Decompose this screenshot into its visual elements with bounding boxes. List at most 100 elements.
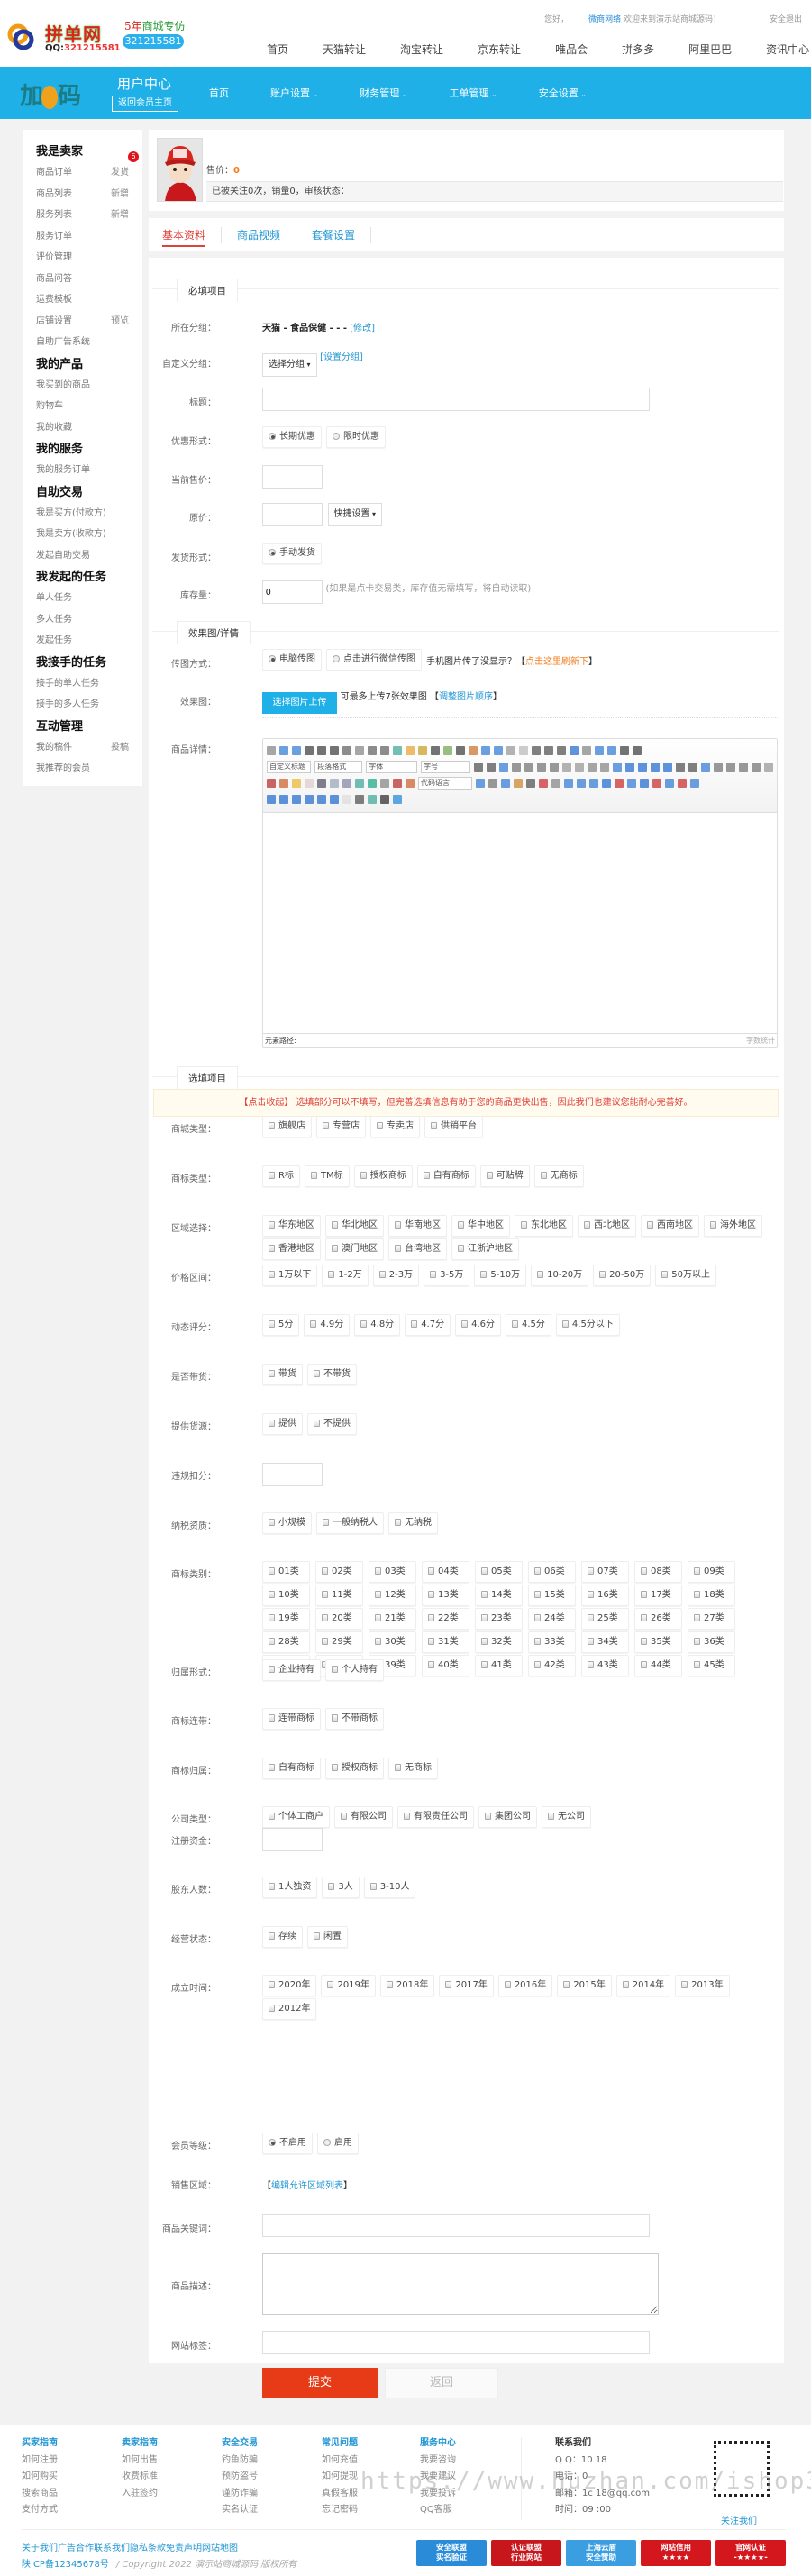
checkbox-icon[interactable] xyxy=(395,1764,401,1771)
main-nav-item[interactable]: 资讯中心 xyxy=(766,41,809,57)
trust-badge[interactable]: 网站信用 ★★★★ xyxy=(641,2540,711,2566)
checkbox-option[interactable]: 小规模 xyxy=(262,1512,312,1534)
sidebar-item-label[interactable]: 评价管理 xyxy=(36,252,72,262)
main-nav-item[interactable]: 唯品会 xyxy=(555,41,588,57)
checkbox-icon[interactable] xyxy=(641,1614,647,1621)
checkbox-icon[interactable] xyxy=(534,1591,541,1598)
tab-item[interactable]: 基本资料 xyxy=(162,227,223,247)
footer-link[interactable]: 如何提现 xyxy=(322,2469,358,2486)
editor-tool-icon[interactable] xyxy=(739,763,748,772)
checkbox-icon[interactable] xyxy=(269,1420,275,1427)
checkbox-icon[interactable] xyxy=(588,1591,594,1598)
checkbox-option[interactable]: 不提供 xyxy=(307,1413,357,1435)
editor-tool-icon[interactable] xyxy=(292,779,301,788)
footer-link[interactable]: 如何充值 xyxy=(322,2453,358,2470)
editor-tool-icon[interactable] xyxy=(537,763,546,772)
checkbox-option[interactable]: 17类 xyxy=(634,1585,682,1606)
editor-tool-icon[interactable] xyxy=(512,763,521,772)
checkbox-option[interactable]: 个人持有 xyxy=(325,1659,384,1681)
editor-tool-icon[interactable] xyxy=(764,763,773,772)
checkbox-option[interactable]: 2014年 xyxy=(615,1975,671,1996)
checkbox-option[interactable]: 2020年 xyxy=(262,1975,317,1996)
checkbox-icon[interactable] xyxy=(269,1320,275,1328)
checkbox-icon[interactable] xyxy=(314,1370,320,1377)
checkbox-option[interactable]: 2015年 xyxy=(557,1975,612,1996)
editor-tool-icon[interactable] xyxy=(418,746,427,755)
checkbox-icon[interactable] xyxy=(332,1666,338,1673)
radio-option[interactable]: 电脑传图 xyxy=(262,649,322,671)
editor-tool-icon[interactable] xyxy=(690,779,699,788)
editor-tool-icon[interactable] xyxy=(514,779,523,788)
checkbox-icon[interactable] xyxy=(588,1638,594,1645)
editor-tool-icon[interactable] xyxy=(481,746,490,755)
checkbox-option[interactable]: 有限责任公司 xyxy=(397,1806,474,1828)
checkbox-option[interactable]: 16类 xyxy=(581,1585,629,1606)
checkbox-option[interactable]: 2017年 xyxy=(439,1975,494,1996)
checkbox-option[interactable]: 04类 xyxy=(422,1561,469,1583)
checkbox-option[interactable]: 旗舰店 xyxy=(262,1116,312,1137)
checkbox-icon[interactable] xyxy=(481,1614,488,1621)
footer-link[interactable]: 搜索商品 xyxy=(22,2486,58,2503)
checkbox-icon[interactable] xyxy=(269,1172,275,1179)
checkbox-option[interactable]: 存续 xyxy=(262,1926,303,1948)
checkbox-option[interactable]: 05类 xyxy=(475,1561,523,1583)
checkbox-icon[interactable] xyxy=(360,1172,367,1179)
checkbox-icon[interactable] xyxy=(269,1932,275,1940)
checkbox-icon[interactable] xyxy=(395,1221,401,1229)
editor-tool-icon[interactable] xyxy=(279,746,288,755)
checkbox-option[interactable]: 03类 xyxy=(369,1561,416,1583)
checkbox-icon[interactable] xyxy=(622,1981,629,1988)
checkbox-icon[interactable] xyxy=(375,1591,381,1598)
sidebar-item-action[interactable]: 新增 xyxy=(111,184,129,206)
editor-tool-icon[interactable] xyxy=(665,779,674,788)
checkbox-icon[interactable] xyxy=(430,1271,437,1278)
checkbox-icon[interactable] xyxy=(694,1591,700,1598)
checkbox-icon[interactable] xyxy=(269,1122,275,1129)
editor-tool-icon[interactable] xyxy=(651,763,660,772)
checkbox-option[interactable]: 01类 xyxy=(262,1561,310,1583)
checkbox-option[interactable]: 提供 xyxy=(262,1413,303,1435)
editor-tool-icon[interactable] xyxy=(368,779,377,788)
checkbox-icon[interactable] xyxy=(481,1591,488,1598)
sidebar-item-action[interactable]: 投稿 xyxy=(111,737,129,759)
sidebar-item-label[interactable]: 发起任务 xyxy=(36,635,72,645)
checkbox-option[interactable]: 4.5分以下 xyxy=(555,1314,620,1336)
radio-icon[interactable] xyxy=(269,2139,276,2146)
checkbox-icon[interactable] xyxy=(310,1172,317,1179)
checkbox-option[interactable]: 36类 xyxy=(688,1631,735,1653)
checkbox-option[interactable]: 海外地区 xyxy=(704,1215,762,1237)
checkbox-option[interactable]: 3-5万 xyxy=(424,1265,470,1286)
footer-link[interactable]: 入驻签约 xyxy=(122,2486,158,2503)
checkbox-icon[interactable] xyxy=(534,1567,541,1575)
sidebar-item[interactable]: 商品订单 发货 xyxy=(36,162,129,184)
footer-bottom-link[interactable]: 隐私条款 xyxy=(130,2544,166,2553)
checkbox-icon[interactable] xyxy=(563,1981,570,1988)
editor-tool-icon[interactable] xyxy=(292,746,301,755)
checkbox-option[interactable]: 30类 xyxy=(369,1631,416,1653)
checkbox-option[interactable]: 3人 xyxy=(322,1877,360,1898)
editor-tool-icon[interactable] xyxy=(589,779,598,788)
editor-tool-icon[interactable] xyxy=(539,779,548,788)
footer-link[interactable]: 支付方式 xyxy=(22,2502,58,2519)
checkbox-icon[interactable] xyxy=(540,1172,547,1179)
editor-tool-icon[interactable] xyxy=(380,746,389,755)
editor-tool-icon[interactable] xyxy=(577,779,586,788)
checkbox-option[interactable]: 35类 xyxy=(634,1631,682,1653)
follow-us-link[interactable]: 关注我们 xyxy=(721,2513,757,2526)
sidebar-item-action[interactable]: 发货 xyxy=(111,162,129,184)
checkbox-icon[interactable] xyxy=(694,1638,700,1645)
checkbox-icon[interactable] xyxy=(269,1764,275,1771)
checkbox-option[interactable]: 2013年 xyxy=(675,1975,730,1996)
editor-tool-icon[interactable] xyxy=(714,763,723,772)
checkbox-option[interactable]: 10类 xyxy=(262,1585,310,1606)
editor-tool-icon[interactable] xyxy=(588,763,597,772)
editor-tool-icon[interactable] xyxy=(267,746,276,755)
upload-image-button[interactable]: 选择图片上传 xyxy=(262,692,337,714)
checkbox-option[interactable]: 不带商标 xyxy=(325,1708,384,1730)
sidebar-item[interactable]: 商品问答 xyxy=(36,269,129,290)
main-nav-item[interactable]: 淘宝转让 xyxy=(400,41,443,57)
radio-icon[interactable] xyxy=(333,655,340,662)
checkbox-option[interactable]: 自有商标 xyxy=(416,1165,476,1187)
checkbox-option[interactable]: 26类 xyxy=(634,1608,682,1630)
radio-icon[interactable] xyxy=(269,655,276,662)
